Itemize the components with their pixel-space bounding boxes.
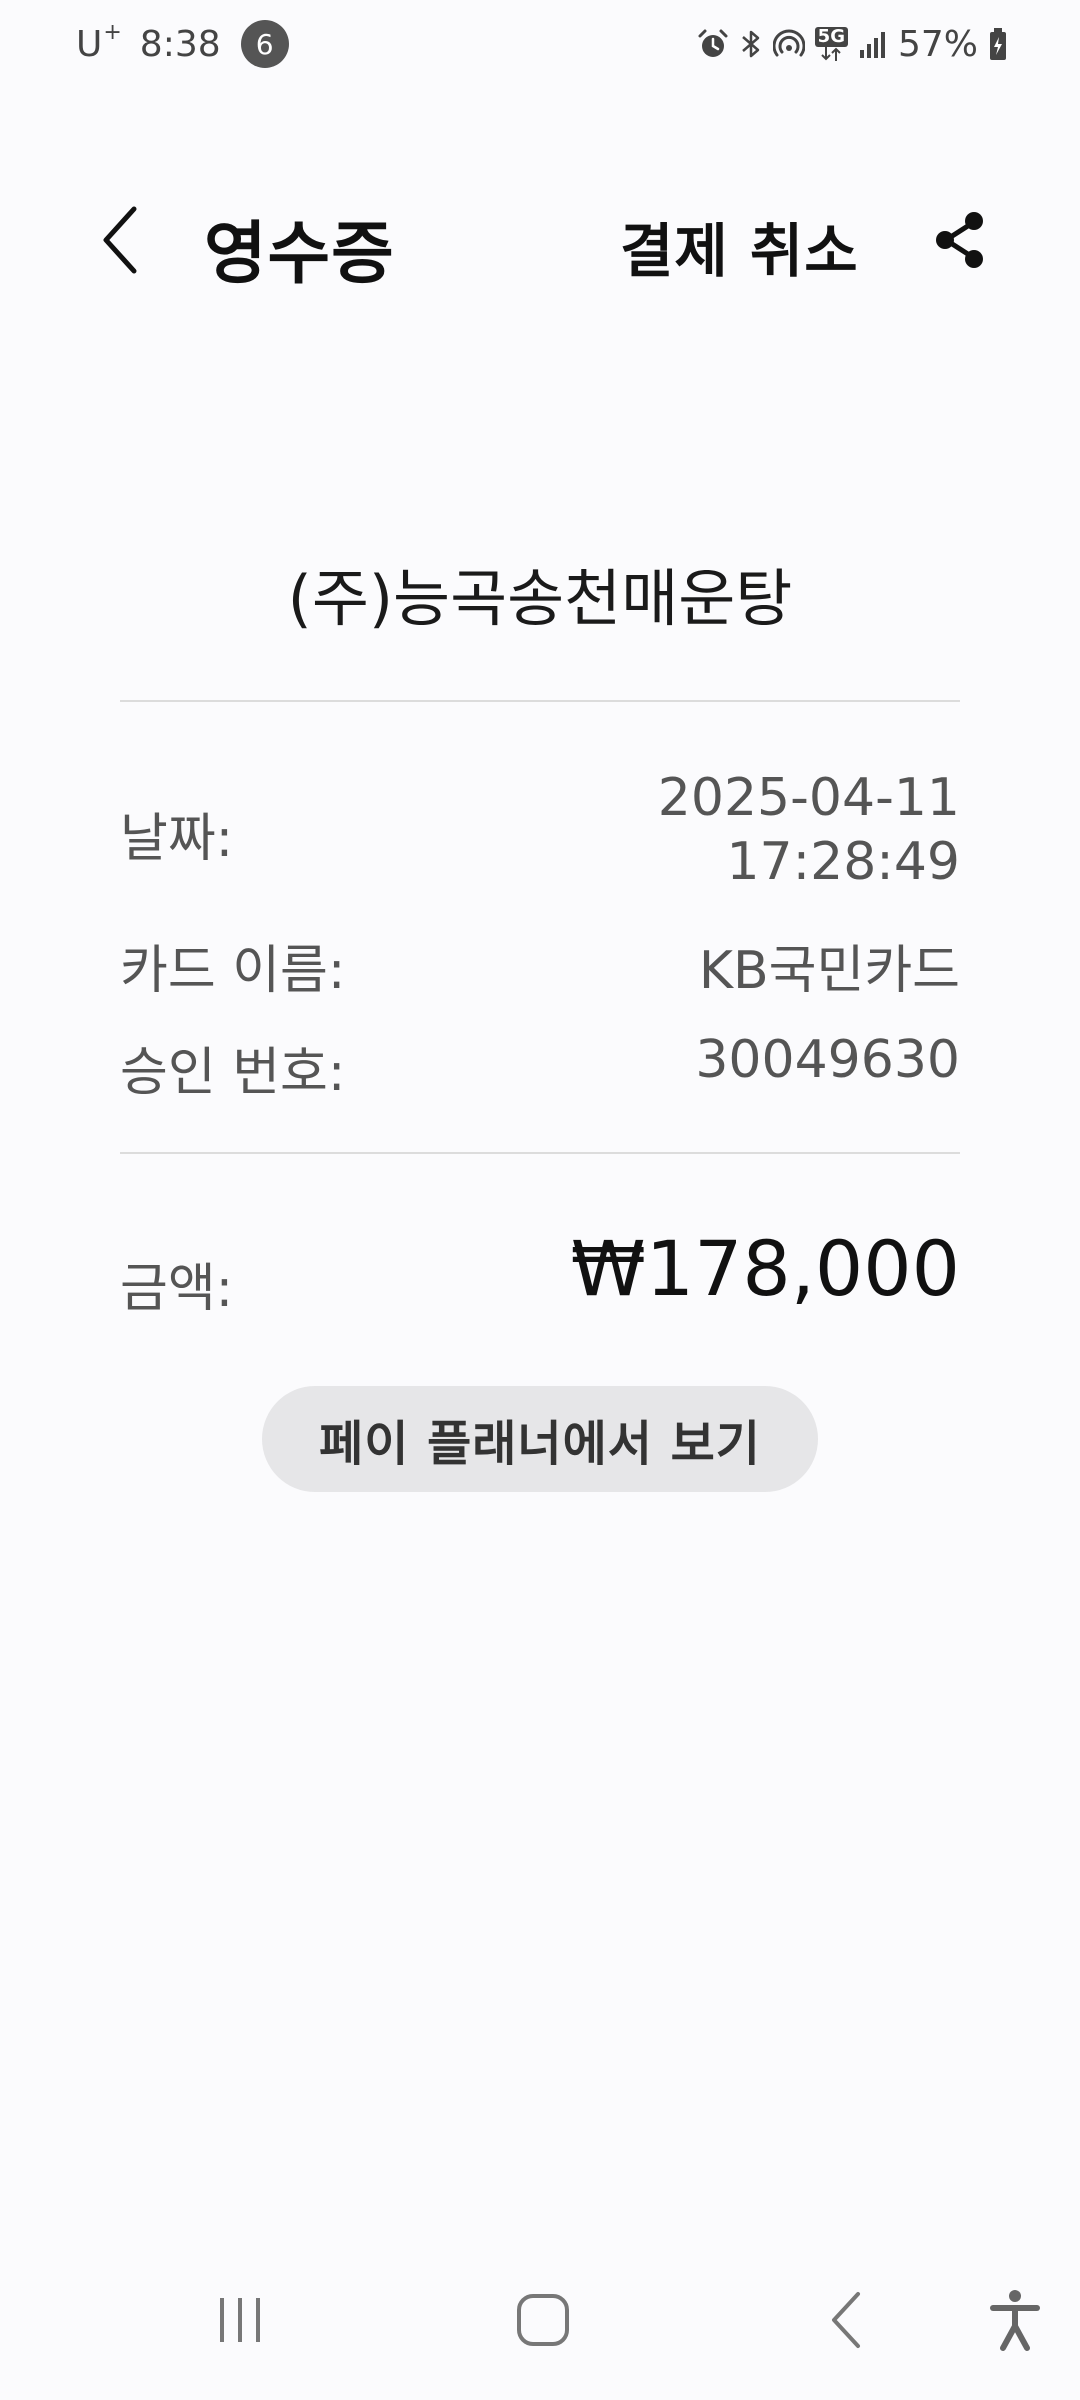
network-label: 5G — [814, 27, 848, 47]
date-value: 2025-04-11 17:28:49 — [658, 766, 960, 894]
divider — [120, 1152, 960, 1154]
notification-count-badge: 6 — [240, 20, 289, 68]
recent-apps-button[interactable] — [200, 2280, 280, 2360]
amount-value: ₩178,000 — [570, 1224, 960, 1313]
approval-number-label: 승인 번호: — [120, 1043, 346, 1103]
nav-back-button[interactable] — [806, 2280, 886, 2360]
accessibility-button[interactable] — [975, 2280, 1055, 2360]
card-name-label: 카드 이름: — [120, 941, 346, 1001]
signal-icon — [858, 28, 888, 60]
view-in-pay-planner-button[interactable]: 페이 플래너에서 보기 — [262, 1386, 818, 1492]
back-icon — [832, 2292, 860, 2348]
page-title: 영수증 — [204, 215, 395, 294]
time-text: 17:28:49 — [726, 832, 960, 892]
status-bar: U+ 8:38 6 5G 57% — [0, 0, 1080, 90]
navigation-bar — [0, 2270, 1080, 2370]
amount-label: 금액: — [120, 1259, 234, 1319]
status-time: 8:38 — [139, 23, 221, 65]
divider — [120, 700, 960, 702]
status-bar-right: 5G 57% — [697, 20, 1008, 68]
bluetooth-icon — [739, 28, 763, 60]
approval-number-value: 30049630 — [695, 1030, 960, 1090]
app-bar: 영수증 결제 취소 — [0, 180, 1080, 300]
hotspot-icon — [772, 28, 805, 60]
home-button[interactable] — [503, 2280, 583, 2360]
carrier-label: U+ — [76, 19, 122, 65]
network-5g-icon: 5G — [814, 27, 848, 61]
back-button[interactable] — [88, 202, 152, 278]
chevron-left-icon — [103, 206, 137, 274]
home-icon — [517, 2294, 569, 2346]
accessibility-icon — [990, 2290, 1040, 2351]
status-bar-left: U+ 8:38 6 — [76, 20, 289, 68]
cancel-payment-button[interactable]: 결제 취소 — [620, 204, 859, 288]
battery-charging-icon — [988, 27, 1008, 61]
recent-apps-icon — [220, 2298, 260, 2342]
date-text: 2025-04-11 — [657, 768, 960, 828]
card-name-value: KB국민카드 — [698, 941, 960, 1001]
alarm-icon — [697, 28, 729, 60]
battery-percent: 57% — [897, 23, 978, 65]
date-label: 날짜: — [120, 809, 234, 869]
share-button[interactable] — [922, 202, 998, 278]
merchant-name: (주)능곡송천매운탕 — [287, 562, 793, 635]
share-icon — [936, 212, 983, 268]
